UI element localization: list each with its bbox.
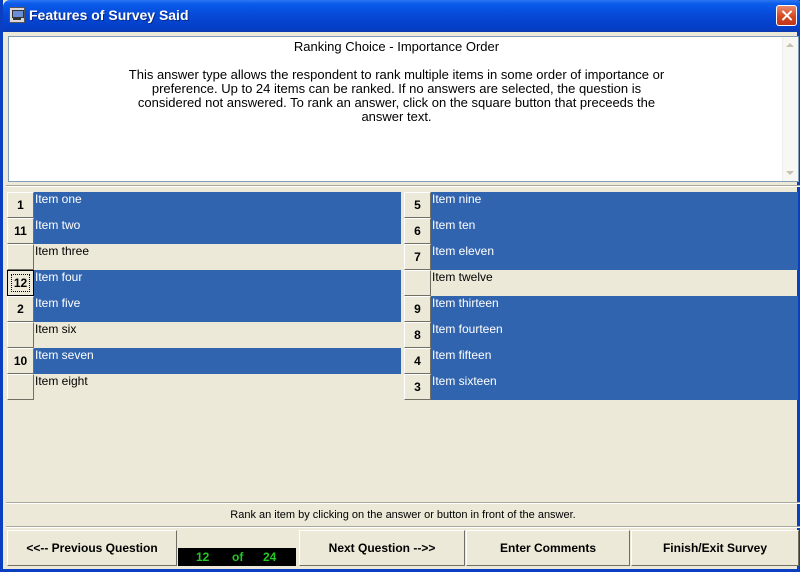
answer-row[interactable]: 2 Item five — [7, 296, 401, 322]
rank-button[interactable]: 12 — [7, 270, 34, 296]
answer-row[interactable]: Item eight — [7, 374, 401, 400]
rank-button[interactable]: 5 — [404, 192, 431, 218]
answer-text[interactable]: Item fourteen — [431, 322, 798, 348]
answer-row[interactable]: 9 Item thirteen — [404, 296, 798, 322]
rank-button[interactable]: 10 — [7, 348, 34, 374]
rank-button[interactable]: 8 — [404, 322, 431, 348]
rank-number: 6 — [414, 224, 421, 238]
answer-text[interactable]: Item seven — [34, 348, 401, 374]
finish-exit-button[interactable]: Finish/Exit Survey — [631, 530, 799, 566]
rank-number: 1 — [17, 198, 24, 212]
title-bar[interactable]: Features of Survey Said — [3, 0, 800, 32]
question-counter: 12 of 24 — [178, 548, 296, 566]
answer-text[interactable]: Item eleven — [431, 244, 798, 270]
rank-number: 9 — [414, 302, 421, 316]
window-title: Features of Survey Said — [29, 7, 189, 23]
counter-of: of — [232, 550, 244, 564]
next-question-button[interactable]: Next Question -->> — [299, 530, 465, 566]
counter-total: 24 — [263, 550, 277, 564]
rank-number: 3 — [414, 380, 421, 394]
rank-number: 8 — [414, 328, 421, 342]
answer-text[interactable]: Item one — [34, 192, 401, 218]
previous-question-button[interactable]: <<-- Previous Question — [7, 530, 177, 566]
rank-button[interactable] — [7, 374, 34, 400]
answer-text[interactable]: Item sixteen — [431, 374, 798, 400]
rank-number: 10 — [13, 354, 28, 368]
answer-row[interactable]: 11 Item two — [7, 218, 401, 244]
question-description-box: Ranking Choice - Importance Order This a… — [8, 36, 799, 182]
answer-text[interactable]: Item three — [34, 244, 401, 270]
answer-text[interactable]: Item ten — [431, 218, 798, 244]
answer-text[interactable]: Item eight — [34, 374, 401, 400]
answer-row[interactable]: 8 Item fourteen — [404, 322, 798, 348]
scroll-up-arrow-icon[interactable] — [786, 43, 794, 47]
answer-row[interactable]: Item twelve — [404, 270, 798, 296]
answer-text[interactable]: Item two — [34, 218, 401, 244]
rank-button[interactable]: 9 — [404, 296, 431, 322]
rank-number: 5 — [414, 198, 421, 212]
question-title: Ranking Choice - Importance Order — [293, 39, 500, 54]
answer-row[interactable]: Item six — [7, 322, 401, 348]
answer-text[interactable]: Item fifteen — [431, 348, 798, 374]
answer-text[interactable]: Item nine — [431, 192, 798, 218]
answer-row[interactable]: 12 Item four — [7, 270, 401, 296]
answer-row[interactable]: 10 Item seven — [7, 348, 401, 374]
answer-text[interactable]: Item five — [34, 296, 401, 322]
survey-window: Features of Survey Said Ranking Choice -… — [0, 0, 800, 572]
answer-row[interactable]: 6 Item ten — [404, 218, 798, 244]
rank-button[interactable]: 1 — [7, 192, 34, 218]
answer-row[interactable]: 7 Item eleven — [404, 244, 798, 270]
answer-text[interactable]: Item six — [34, 322, 401, 348]
rank-button[interactable] — [404, 270, 431, 296]
counter-current: 12 — [196, 550, 210, 564]
rank-number: 7 — [414, 250, 421, 264]
app-icon — [9, 7, 25, 23]
description-scrollbar[interactable] — [782, 37, 798, 181]
divider — [6, 185, 800, 187]
divider — [6, 502, 800, 504]
answer-row[interactable]: 5 Item nine — [404, 192, 798, 218]
rank-button[interactable]: 2 — [7, 296, 34, 322]
rank-button[interactable]: 11 — [7, 218, 34, 244]
rank-button[interactable]: 3 — [404, 374, 431, 400]
answer-row[interactable]: 4 Item fifteen — [404, 348, 798, 374]
answer-row[interactable]: Item three — [7, 244, 401, 270]
close-button[interactable] — [776, 5, 797, 26]
rank-number: 12 — [10, 274, 31, 292]
rank-button[interactable]: 6 — [404, 218, 431, 244]
divider — [6, 526, 800, 528]
rank-number: 11 — [14, 224, 27, 238]
rank-button[interactable]: 4 — [404, 348, 431, 374]
answer-text[interactable]: Item four — [34, 270, 401, 296]
rank-number: 2 — [17, 302, 24, 316]
rank-button[interactable]: 7 — [404, 244, 431, 270]
scroll-down-arrow-icon[interactable] — [786, 171, 794, 175]
answer-row[interactable]: 1 Item one — [7, 192, 401, 218]
rank-button[interactable] — [7, 322, 34, 348]
answer-text[interactable]: Item thirteen — [431, 296, 798, 322]
enter-comments-button[interactable]: Enter Comments — [466, 530, 630, 566]
hint-text: Rank an item by clicking on the answer o… — [230, 509, 576, 521]
question-text: This answer type allows the respondent t… — [128, 67, 665, 124]
answer-row[interactable]: 3 Item sixteen — [404, 374, 798, 400]
rank-number: 4 — [414, 354, 421, 368]
answer-text[interactable]: Item twelve — [431, 270, 798, 296]
rank-button[interactable] — [7, 244, 34, 270]
